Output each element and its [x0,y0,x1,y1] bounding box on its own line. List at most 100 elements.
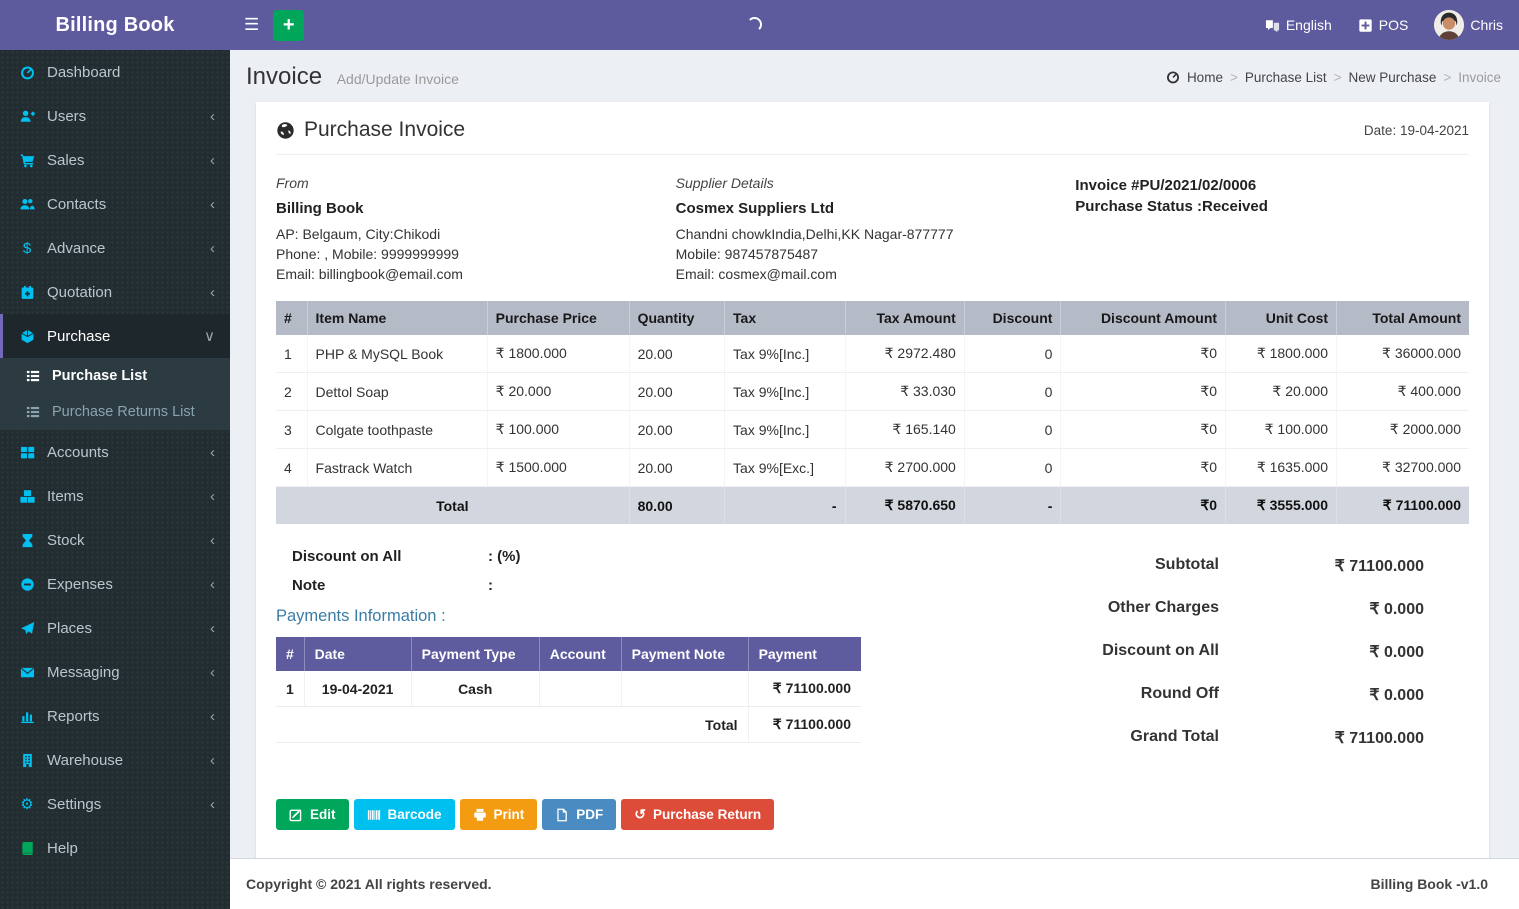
discount-on-all-row: Discount on All : (%) [276,548,873,565]
items-col-header: Discount [963,301,1061,335]
top-navbar: ☰ + English POS Chris [230,0,1519,50]
user-menu[interactable]: Chris [1434,10,1503,40]
sidebar-item-dashboard[interactable]: Dashboard [0,50,230,94]
items-table-cell: 2 [276,372,308,411]
sidebar-subitem-purchase-returns-list[interactable]: Purchase Returns List [0,394,230,430]
sidebar-subitem-purchase-list[interactable]: Purchase List [0,358,230,394]
button-label: Barcode [387,807,442,822]
sidebar-item-help[interactable]: Help [0,826,230,870]
reports-icon [15,709,39,724]
items-table-cell: Tax 9%[Exc.] [724,448,846,487]
language-menu[interactable]: English [1265,17,1332,33]
print-icon [473,808,487,822]
purchase-return-button[interactable]: ↺ Purchase Return [621,799,775,830]
discount-on-all-label: Discount on All [292,548,402,565]
sidebar-item-label: Expenses [47,575,113,593]
messaging-icon [15,665,39,680]
info-line: AP: Belgaum, City:Chikodi [276,226,441,242]
from-name: Billing Book [276,200,364,217]
sidebar-item-expenses[interactable]: Expenses ‹ [0,562,230,606]
edit-button[interactable]: Edit [276,799,349,830]
barcode-icon [367,808,381,822]
sidebar-item-label: Contacts [47,195,107,213]
breadcrumb-item-purchase-list[interactable]: Purchase List [1245,70,1327,85]
warehouse-icon [15,753,39,768]
topbar-right: English POS Chris [1265,10,1519,40]
barcode-button[interactable]: Barcode [353,799,455,830]
quick-add-button[interactable]: + [273,9,305,41]
supplier-block: Supplier Details Cosmex Suppliers Ltd Ch… [676,175,1076,284]
footer: Copyright © 2021 All rights reserved. Bi… [230,858,1519,909]
items-total-cell: ₹ 71100.000 [1336,486,1469,524]
items-total-cell: - [724,486,846,524]
sidebar-item-sales[interactable]: Sales ‹ [0,138,230,182]
items-table-cell: PHP & MySQL Book [306,335,488,373]
chevron-left-icon: ‹ [210,707,215,725]
content-area: Invoice Add/Update Invoice Home > Purchase… [230,50,1519,858]
items-table-cell: 0 [963,410,1061,449]
payments-table: # Date Payment Type Account Payment Note Paym… [276,637,861,743]
supplier-name: Cosmex Suppliers Ltd [675,200,835,217]
items-table-cell: ₹ 36000.000 [1336,335,1469,373]
supplier-heading: Supplier Details [675,175,774,191]
breadcrumb-separator: > [1333,69,1342,85]
contacts-icon [15,197,39,212]
avatar [1434,10,1465,40]
sidebar-item-purchase[interactable]: Purchase ∨ [0,314,230,358]
pos-label: POS [1378,17,1409,33]
items-col-header: Tax Amount [844,301,965,335]
payments-col-header: Payment [747,637,861,671]
sidebar-item-users[interactable]: Users ‹ [0,94,230,138]
sidebar-item-items[interactable]: Items ‹ [0,474,230,518]
invoice-meta: Invoice #PU/2021/02/0006 Purchase Status… [1075,175,1469,284]
chevron-left-icon: ‹ [210,795,215,813]
sidebar-item-reports[interactable]: Reports ‹ [0,694,230,738]
sidebar-item-accounts[interactable]: Accounts ‹ [0,430,230,474]
payments-table-cell [538,671,622,707]
summary-label: Discount on All [1102,642,1219,659]
items-col-header: Quantity [628,301,725,335]
items-col-header: Purchase Price [486,301,630,335]
main-column: ☰ + English POS Chris Invoice Add/Update… [230,0,1519,909]
print-button[interactable]: Print [459,799,538,830]
sidebar-item-quotation[interactable]: Quotation ‹ [0,270,230,314]
button-label: Purchase Return [653,807,762,822]
advance-icon: $ [22,239,32,257]
info-line: Email: cosmex@mail.com [675,266,837,282]
items-total-row: Total 80.00- ₹ 5870.650- ₹0 ₹ 3555.000 ₹ 7110… [276,486,1469,524]
items-table-cell: 3 [276,410,308,449]
settings-icon: ⚙ [20,796,34,813]
breadcrumb-item-home[interactable]: Home [1187,70,1223,85]
chevron-left-icon: ‹ [210,195,215,213]
chevron-left-icon: ‹ [210,619,215,637]
items-table-cell: ₹0 [1060,372,1226,411]
note-row: Note : [276,577,873,594]
from-block: From Billing Book AP: Belgaum, City:Chik… [276,175,676,284]
sidebar-item-messaging[interactable]: Messaging ‹ [0,650,230,694]
sidebar-item-label: Reports [47,707,100,725]
payments-col-header: Payment Type [410,637,540,671]
breadcrumb-item-new-purchase[interactable]: New Purchase [1349,70,1437,85]
sidebar-item-contacts[interactable]: Contacts ‹ [0,182,230,226]
sidebar-item-advance[interactable]: $ Advance ‹ [0,226,230,270]
sidebar-item-warehouse[interactable]: Warehouse ‹ [0,738,230,782]
pdf-button[interactable]: PDF [542,799,617,830]
sidebar: Billing Book Dashboard Users ‹ Sales ‹ Contac… [0,0,230,909]
help-icon [15,841,39,856]
app-logo[interactable]: Billing Book [0,0,230,50]
items-table-cell: Tax 9%[Inc.] [724,410,846,449]
sidebar-toggle-icon[interactable]: ☰ [230,15,273,35]
pos-button[interactable]: POS [1358,17,1409,33]
chevron-left-icon: ‹ [210,283,215,301]
items-table-row: 3 Colgate toothpaste ₹ 100.000 20.00 Tax 9%[… [276,410,1469,449]
sidebar-item-places[interactable]: Places ‹ [0,606,230,650]
list-icon [22,405,44,419]
items-table-cell: ₹ 100.000 [1225,410,1337,449]
items-table-cell: ₹ 1500.000 [486,448,630,487]
items-table-cell: ₹ 1800.000 [1225,335,1337,373]
items-total-cell: ₹ 5870.650 [844,486,965,524]
sidebar-item-stock[interactable]: Stock ‹ [0,518,230,562]
payments-col-header: Payment Note [620,637,749,671]
sidebar-item-settings[interactable]: ⚙ Settings ‹ [0,782,230,826]
items-table-cell: ₹ 33.030 [844,372,965,411]
